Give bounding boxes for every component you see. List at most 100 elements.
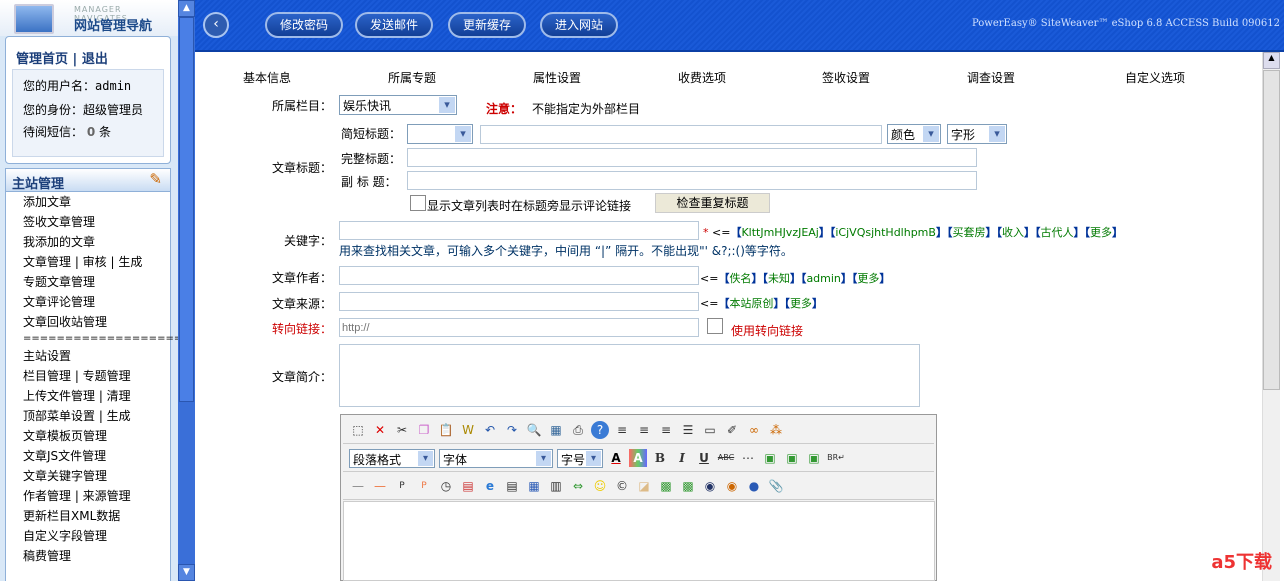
sidebar-scrollbar[interactable]: ▲ ▼: [178, 0, 195, 581]
insert-field-icon[interactable]: ⇔: [569, 477, 587, 495]
menu-item[interactable]: 文章管理 | 审核 | 生成: [6, 252, 170, 272]
unlink-icon[interactable]: ⁂: [767, 421, 785, 439]
keyword-suggestion[interactable]: iCjVQsjhtHdlhpmB: [835, 226, 936, 239]
source-more-link[interactable]: 更多: [790, 297, 812, 310]
media-icon[interactable]: ◉: [723, 477, 741, 495]
keyword-suggestion[interactable]: 收入: [1002, 226, 1024, 239]
cut-icon[interactable]: ✂: [393, 421, 411, 439]
print-icon[interactable]: ⎙: [569, 421, 587, 439]
author-more-link[interactable]: 更多: [857, 272, 879, 285]
author-input[interactable]: [339, 266, 699, 285]
image-icon[interactable]: ▩: [657, 477, 675, 495]
image-left-icon[interactable]: ▣: [761, 449, 779, 467]
tab-signin[interactable]: 签收设置: [822, 69, 870, 86]
scroll-up-icon[interactable]: ▲: [178, 0, 195, 17]
keyword-suggestion[interactable]: 买套房: [952, 226, 985, 239]
menu-item[interactable]: 稿费管理: [6, 546, 170, 566]
back-arrow-icon[interactable]: ‹: [203, 12, 229, 38]
content-scrollbar[interactable]: ▲: [1262, 52, 1280, 581]
delete-icon[interactable]: ✕: [371, 421, 389, 439]
show-comment-checkbox[interactable]: [410, 195, 426, 211]
menu-item[interactable]: 主站设置: [6, 346, 170, 366]
author-suggestion[interactable]: 佚名: [729, 272, 751, 285]
paste-icon[interactable]: 📋: [437, 421, 455, 439]
menu-item[interactable]: 文章模板页管理: [6, 426, 170, 446]
table-icon[interactable]: ▦: [525, 477, 543, 495]
italic-icon[interactable]: I: [673, 449, 691, 467]
date-icon[interactable]: ▤: [459, 477, 477, 495]
select-all-icon[interactable]: ⬚: [349, 421, 367, 439]
column-select[interactable]: 娱乐快讯: [339, 95, 457, 115]
font-size-select[interactable]: 字号: [557, 448, 603, 468]
update-cache-button[interactable]: 更新缓存: [448, 12, 526, 38]
font-color-icon[interactable]: A: [607, 449, 625, 467]
section-main-site[interactable]: 主站管理 ✎: [5, 168, 171, 192]
align-right-icon[interactable]: ≡: [657, 421, 675, 439]
keyword-more-link[interactable]: 更多: [1090, 226, 1112, 239]
image-right-icon[interactable]: ▣: [805, 449, 823, 467]
check-duplicate-button[interactable]: 检查重复标题: [655, 193, 770, 213]
short-title-select[interactable]: [407, 124, 473, 144]
attachment-icon[interactable]: 📎: [767, 477, 785, 495]
paragraph-style-icon[interactable]: P: [415, 477, 433, 495]
align-left-icon[interactable]: ≡: [613, 421, 631, 439]
menu-item[interactable]: 栏目管理 | 专题管理: [6, 366, 170, 386]
source-input[interactable]: [339, 292, 699, 311]
paste-word-icon[interactable]: W: [459, 421, 477, 439]
line-break-icon[interactable]: BR↵: [827, 449, 845, 467]
author-suggestion[interactable]: 未知: [768, 272, 790, 285]
menu-item[interactable]: 顶部菜单设置 | 生成: [6, 406, 170, 426]
tab-basic-info[interactable]: 基本信息: [243, 69, 291, 86]
strikethrough-icon[interactable]: ABC: [717, 449, 735, 467]
font-select[interactable]: 字体: [439, 448, 553, 468]
hr-gray-icon[interactable]: —: [349, 477, 367, 495]
enter-site-button[interactable]: 进入网站: [540, 12, 618, 38]
highlight-color-icon[interactable]: A: [629, 449, 647, 467]
logout-link[interactable]: 退出: [82, 52, 108, 67]
emoticon-icon[interactable]: ☺: [591, 477, 609, 495]
time-icon[interactable]: ◷: [437, 477, 455, 495]
image-center-icon[interactable]: ▣: [783, 449, 801, 467]
full-title-input[interactable]: [407, 148, 977, 167]
tab-charge[interactable]: 收费选项: [678, 69, 726, 86]
link-icon[interactable]: ∞: [745, 421, 763, 439]
paragraph-format-select[interactable]: 段落格式: [349, 448, 435, 468]
scroll-thumb[interactable]: [179, 17, 194, 402]
home-link[interactable]: 管理首页: [16, 52, 68, 67]
change-password-button[interactable]: 修改密码: [265, 12, 343, 38]
form-icon[interactable]: ▥: [547, 477, 565, 495]
send-mail-button[interactable]: 发送邮件: [355, 12, 433, 38]
scroll-thumb[interactable]: [1263, 70, 1280, 390]
keyword-input[interactable]: [339, 221, 699, 240]
intro-textarea[interactable]: [339, 344, 920, 407]
menu-item[interactable]: 签收文章管理: [6, 212, 170, 232]
horizontal-line-icon[interactable]: ▭: [701, 421, 719, 439]
color-select[interactable]: 颜色: [887, 124, 941, 144]
realplayer-icon[interactable]: ●: [745, 477, 763, 495]
short-title-input[interactable]: [480, 125, 882, 144]
tab-attributes[interactable]: 属性设置: [533, 69, 581, 86]
tab-custom[interactable]: 自定义选项: [1125, 69, 1185, 86]
gallery-icon[interactable]: ▩: [679, 477, 697, 495]
hr-orange-icon[interactable]: —: [371, 477, 389, 495]
keyword-suggestion[interactable]: KlttJmHJvzJEAj: [741, 226, 818, 239]
menu-item[interactable]: 文章关键字管理: [6, 466, 170, 486]
copy-icon[interactable]: ❐: [415, 421, 433, 439]
bold-icon[interactable]: B: [651, 449, 669, 467]
underline-icon[interactable]: U: [695, 449, 713, 467]
web-icon[interactable]: e: [481, 477, 499, 495]
find-icon[interactable]: 🔍: [525, 421, 543, 439]
special-char-icon[interactable]: ▤: [503, 477, 521, 495]
menu-item[interactable]: 自定义字段管理: [6, 526, 170, 546]
menu-item[interactable]: 文章评论管理: [6, 292, 170, 312]
editor-content-area[interactable]: [343, 501, 935, 581]
author-suggestion[interactable]: admin: [806, 272, 840, 285]
menu-item[interactable]: 专题文章管理: [6, 272, 170, 292]
scroll-up-icon[interactable]: ▲: [1263, 52, 1280, 69]
paragraph-icon[interactable]: P: [393, 477, 411, 495]
align-center-icon[interactable]: ≡: [635, 421, 653, 439]
menu-item[interactable]: 我添加的文章: [6, 232, 170, 252]
menu-item[interactable]: 作者管理 | 来源管理: [6, 486, 170, 506]
tab-survey[interactable]: 调查设置: [967, 69, 1015, 86]
eraser-icon[interactable]: ✐: [723, 421, 741, 439]
